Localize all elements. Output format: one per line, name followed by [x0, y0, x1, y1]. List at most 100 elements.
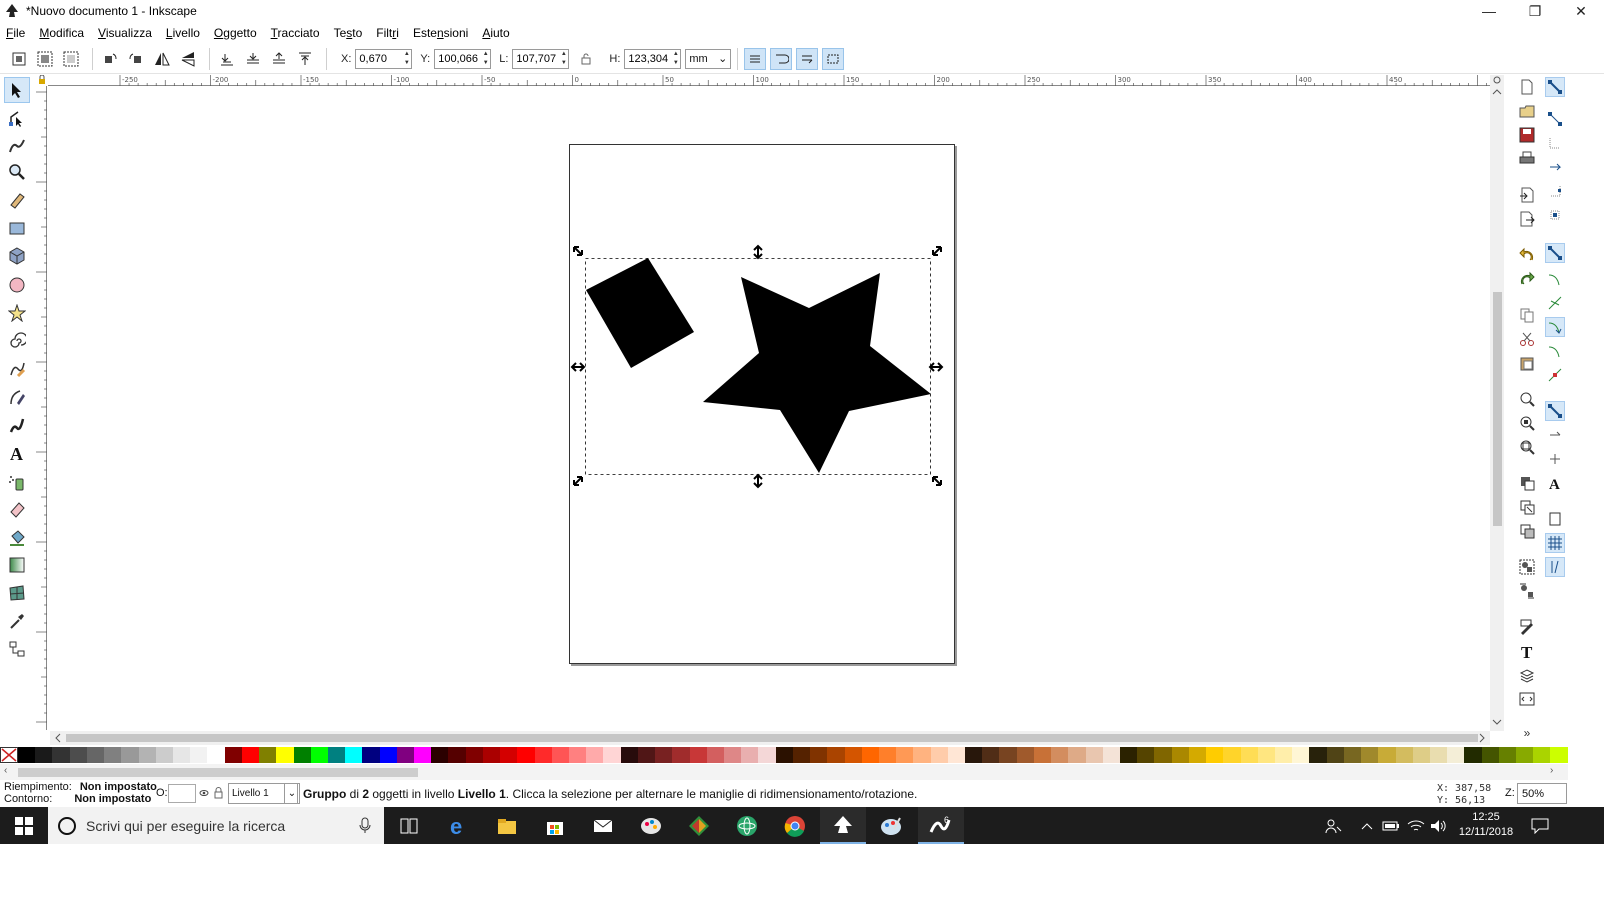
group-icon[interactable]	[1517, 557, 1537, 577]
xml-editor-icon[interactable]	[1517, 689, 1537, 709]
raise-icon[interactable]	[268, 48, 290, 70]
print-icon[interactable]	[1517, 149, 1537, 169]
color-swatch[interactable]	[723, 747, 742, 763]
color-swatch[interactable]	[1102, 747, 1120, 763]
pencil-tool-icon[interactable]	[4, 356, 30, 382]
rotate-cw-icon[interactable]	[125, 48, 147, 70]
taskbar-search-box[interactable]: Scrivi qui per eseguire la ricerca	[48, 807, 384, 844]
snap-bbox-icon[interactable]	[1545, 109, 1565, 129]
export-icon[interactable]	[1517, 209, 1537, 229]
new-document-icon[interactable]	[1517, 77, 1537, 97]
lower-icon[interactable]	[242, 48, 264, 70]
snap-bbox-corner-icon[interactable]	[1545, 157, 1565, 177]
menu-testo[interactable]: Testo	[334, 26, 363, 40]
color-swatch[interactable]	[930, 747, 948, 763]
paint-3d-icon[interactable]	[628, 807, 674, 844]
color-swatch[interactable]	[1516, 747, 1534, 763]
color-swatch[interactable]	[310, 747, 328, 763]
color-swatch[interactable]	[448, 747, 466, 763]
inkscape-taskbar-icon[interactable]	[820, 807, 866, 844]
color-swatch[interactable]	[1120, 747, 1138, 763]
duplicate-icon[interactable]	[1517, 473, 1537, 493]
paint-app-icon[interactable]	[868, 807, 914, 844]
color-swatch[interactable]	[1016, 747, 1034, 763]
snap-object-midpoints-icon[interactable]	[1545, 425, 1565, 445]
copy-icon[interactable]	[1517, 305, 1537, 325]
close-button[interactable]: ✕	[1558, 0, 1604, 22]
snap-cusp-nodes-icon[interactable]	[1545, 317, 1565, 337]
edge-icon[interactable]: e	[436, 807, 482, 844]
spin-arrows[interactable]: ▲ ▼	[481, 50, 490, 68]
color-swatch[interactable]	[190, 747, 208, 763]
snap-grid-icon[interactable]	[1545, 533, 1565, 553]
resize-handle-n[interactable]	[753, 244, 763, 260]
color-swatch[interactable]	[1274, 747, 1293, 763]
zoom-selection-icon[interactable]	[1517, 389, 1537, 409]
color-swatch[interactable]	[1412, 747, 1430, 763]
snap-text-baseline-icon[interactable]: A	[1545, 473, 1565, 493]
horizontal-scroll-thumb[interactable]	[66, 734, 1478, 742]
ruler-corner-lock-icon[interactable]	[36, 74, 48, 86]
color-swatch[interactable]	[913, 747, 931, 763]
snap-page-border-icon[interactable]	[1545, 509, 1565, 529]
layer-lock-icon[interactable]	[214, 787, 224, 799]
color-swatch[interactable]	[1429, 747, 1448, 763]
move-gradients-toggle-icon[interactable]	[796, 47, 819, 70]
paint-bucket-tool-icon[interactable]	[4, 524, 30, 550]
color-swatch[interactable]	[569, 747, 587, 763]
eye-icon[interactable]	[199, 788, 209, 798]
color-swatch[interactable]	[1188, 747, 1207, 763]
color-swatch[interactable]	[896, 747, 914, 763]
color-swatch[interactable]	[500, 747, 518, 763]
color-swatch[interactable]	[1223, 747, 1241, 763]
resize-handle-se[interactable]	[932, 476, 942, 486]
3d-box-tool-icon[interactable]	[4, 243, 30, 269]
app-with-badge-icon[interactable]: 6	[918, 807, 964, 844]
snap-guide-icon[interactable]	[1545, 557, 1565, 577]
y-input[interactable]	[435, 49, 482, 68]
color-swatch[interactable]	[706, 747, 724, 763]
snap-rotation-center-icon[interactable]	[1545, 449, 1565, 469]
zoom-drawing-icon[interactable]	[1517, 413, 1537, 433]
color-swatch[interactable]	[1171, 747, 1189, 763]
color-swatch[interactable]	[1395, 747, 1413, 763]
tweak-tool-icon[interactable]	[4, 132, 30, 158]
lower-to-bottom-icon[interactable]	[216, 48, 238, 70]
x-input[interactable]	[356, 49, 403, 68]
rectangle-tool-icon[interactable]	[4, 215, 30, 241]
people-icon[interactable]	[1322, 807, 1344, 844]
color-swatch[interactable]	[792, 747, 811, 763]
color-swatch[interactable]	[18, 747, 36, 763]
rectangle-shape[interactable]	[586, 258, 694, 368]
pen-tool-icon[interactable]	[4, 384, 30, 410]
unit-select[interactable]: mm ⌄	[685, 48, 732, 69]
menu-modifica[interactable]: Modifica	[39, 26, 84, 40]
color-swatch[interactable]	[620, 747, 638, 763]
menu-estensioni[interactable]: Estensioni	[413, 26, 468, 40]
scroll-up-icon[interactable]	[1490, 87, 1504, 97]
measure-tool-icon[interactable]	[4, 187, 30, 213]
color-swatch[interactable]	[1464, 747, 1482, 763]
notifications-icon[interactable]	[1524, 807, 1556, 844]
mail-icon[interactable]	[580, 807, 626, 844]
microphone-icon[interactable]	[359, 817, 371, 835]
resize-handle-nw[interactable]	[573, 246, 583, 256]
color-swatch[interactable]	[1309, 747, 1327, 763]
palette-scroll-thumb[interactable]	[18, 768, 418, 777]
spiral-tool-icon[interactable]	[4, 328, 30, 354]
move-patterns-toggle-icon[interactable]	[822, 47, 845, 70]
resize-handle-e[interactable]	[928, 362, 944, 372]
color-swatch[interactable]	[689, 747, 707, 763]
undo-icon[interactable]	[1517, 245, 1537, 265]
color-swatch[interactable]	[1447, 747, 1465, 763]
menu-livello[interactable]: Livello	[166, 26, 200, 40]
color-swatch[interactable]	[810, 747, 828, 763]
snap-enable-icon[interactable]	[1545, 77, 1565, 97]
more-commands-icon[interactable]: »	[1517, 723, 1537, 743]
color-swatch[interactable]	[86, 747, 105, 763]
color-swatch[interactable]	[672, 747, 690, 763]
color-swatch[interactable]	[1498, 747, 1517, 763]
color-swatch[interactable]	[155, 747, 173, 763]
import-icon[interactable]	[1517, 185, 1537, 205]
restore-button[interactable]: ❐	[1512, 0, 1558, 22]
